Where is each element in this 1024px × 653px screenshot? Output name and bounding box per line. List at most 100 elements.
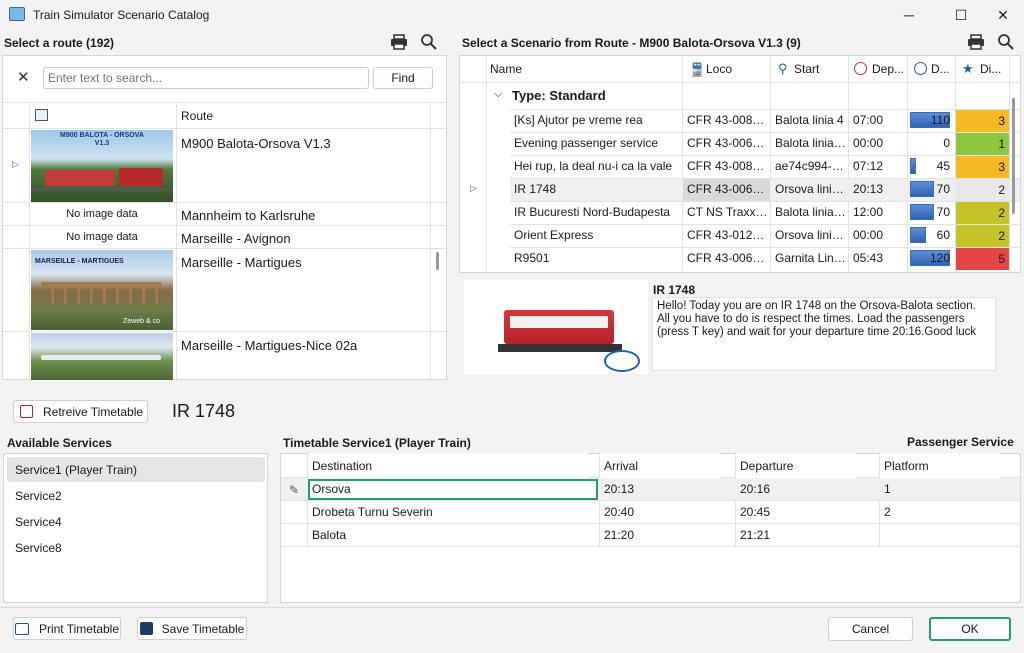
scenarios-header: Select a Scenario from Route - M900 Balo… — [462, 36, 801, 50]
difficulty-cell[interactable]: 2 — [956, 179, 1009, 201]
scenario-loco-cell[interactable]: CFR 43-0060-... — [683, 247, 769, 269]
name-column-header[interactable]: Name — [486, 56, 682, 82]
destination-cell[interactable]: Balota — [308, 524, 588, 546]
print-timetable-label: Print Timetable — [38, 621, 120, 636]
no-image-label: No image data — [66, 208, 138, 220]
difficulty-cell[interactable]: 1 — [956, 133, 1009, 155]
service-item[interactable]: Service2 — [15, 489, 62, 503]
thumbnail-caption: M900 BALOTA - ORSOVA V1.3 — [60, 132, 144, 147]
difficulty-cell[interactable]: 2 — [956, 202, 1009, 224]
scenario-name-cell[interactable]: [Ks] Ajutor pe vreme rea — [510, 109, 680, 131]
image-column-icon[interactable] — [35, 109, 48, 121]
difficulty-cell[interactable]: 5 — [956, 248, 1009, 270]
difficulty-cell[interactable]: 3 — [956, 110, 1009, 132]
scenario-name-cell[interactable]: Evening passenger service — [510, 132, 680, 154]
route-name: Marseille - Martigues — [181, 255, 302, 270]
service-item[interactable]: Service8 — [15, 541, 62, 555]
arrival-cell[interactable]: 20:40 — [600, 501, 730, 523]
group-label: Type: Standard — [512, 88, 606, 103]
route-search-input[interactable] — [43, 67, 369, 89]
routes-grid-header — [3, 102, 446, 129]
duration-column-header[interactable]: D... — [927, 56, 955, 82]
duration-value: 70 — [936, 205, 950, 219]
scenario-loco-cell[interactable]: CFR 43-0080-2 — [683, 155, 769, 177]
save-timetable-button[interactable]: Save Timetable — [137, 617, 247, 640]
search-icon[interactable] — [996, 32, 1016, 52]
difficulty-cell[interactable]: 3 — [956, 156, 1009, 178]
scenario-departure-cell[interactable]: 20:13 — [849, 178, 905, 200]
scenario-name-cell[interactable]: IR Bucuresti Nord-Budapesta — [510, 201, 680, 223]
scenario-departure-cell[interactable]: 05:43 — [849, 247, 905, 269]
scenario-name-cell[interactable]: Orient Express — [510, 224, 680, 246]
route-column-header[interactable]: Route — [181, 109, 213, 123]
scenario-loco-cell[interactable]: CT NS Traxx 1... — [683, 201, 769, 223]
thumbnail-credit: Zeweb & co — [123, 318, 160, 325]
platform-cell[interactable]: 2 — [880, 501, 1010, 523]
scenario-detail-title: IR 1748 — [653, 283, 696, 297]
minimize-button[interactable]: ─ — [886, 0, 932, 30]
row-selected-indicator-icon: ▷ — [12, 159, 19, 169]
departure-column-header[interactable]: Dep... — [868, 56, 908, 82]
scenario-name-cell[interactable]: R9501 — [510, 247, 680, 269]
maximize-button[interactable]: ☐ — [938, 0, 984, 30]
arrival-column-header[interactable]: Arrival — [600, 453, 720, 479]
platform-column-header[interactable]: Platform — [880, 453, 1000, 479]
search-icon[interactable] — [419, 32, 439, 52]
print-icon[interactable] — [966, 32, 986, 52]
retrieve-timetable-button[interactable]: Retreive Timetable — [13, 400, 148, 423]
duration-value: 110 — [930, 113, 950, 127]
scenario-start-cell[interactable]: Orsova linia 2 — [771, 224, 847, 246]
scenario-departure-cell[interactable]: 00:00 — [849, 132, 905, 154]
scenario-name-cell[interactable]: Hei rup, la deal nu-i ca la vale — [510, 155, 680, 177]
destination-column-header[interactable]: Destination — [308, 453, 588, 479]
scenario-start-cell[interactable]: Balota linia ... — [771, 132, 847, 154]
route-thumbnail — [31, 333, 173, 380]
difficulty-cell[interactable]: 2 — [956, 225, 1009, 247]
service-item[interactable]: Service1 (Player Train) — [15, 463, 137, 477]
print-timetable-button[interactable]: Print Timetable — [13, 617, 121, 640]
arrival-cell[interactable]: 21:20 — [600, 524, 730, 546]
save-timetable-label: Save Timetable — [161, 621, 245, 636]
routes-scrollbar-thumb[interactable] — [436, 252, 439, 270]
ok-button[interactable]: OK — [929, 617, 1011, 641]
scenario-departure-cell[interactable]: 00:00 — [849, 224, 905, 246]
scenario-departure-cell[interactable]: 07:00 — [849, 109, 905, 131]
scenario-logo — [604, 350, 640, 372]
destination-cell[interactable]: Orsova — [308, 478, 588, 500]
duration-value: 0 — [943, 136, 950, 150]
difficulty-column-header[interactable]: Di... — [976, 56, 1010, 82]
loco-column-header[interactable]: Loco — [702, 56, 772, 82]
clock-icon — [854, 62, 867, 75]
scenario-loco-cell[interactable]: CFR 43-0127-1 — [683, 224, 769, 246]
scenario-loco-cell[interactable]: CFR 43-0080-2 — [683, 109, 769, 131]
scenario-start-cell[interactable]: ae74c994-9... — [771, 155, 847, 177]
scenario-start-cell[interactable]: Orsova linia 1 — [771, 178, 847, 200]
duration-value: 45 — [936, 159, 950, 173]
scenario-loco-cell[interactable]: CFR 43-0060-... — [683, 178, 769, 200]
chevron-down-icon[interactable]: ⌵ — [494, 88, 502, 101]
departure-cell[interactable]: 20:16 — [736, 478, 866, 500]
scenario-name-cell[interactable]: IR 1748 — [510, 178, 680, 200]
scenario-departure-cell[interactable]: 07:12 — [849, 155, 905, 177]
start-column-header[interactable]: Start — [790, 56, 845, 82]
departure-column-header[interactable]: Departure — [736, 453, 856, 479]
departure-cell[interactable]: 21:21 — [736, 524, 866, 546]
scenario-loco-cell[interactable]: CFR 43-0060-... — [683, 132, 769, 154]
scenario-image — [464, 280, 648, 374]
print-icon[interactable] — [389, 32, 409, 52]
destination-cell[interactable]: Drobeta Turnu Severin — [308, 501, 588, 523]
clear-search-icon[interactable]: ✕ — [17, 68, 30, 86]
scenarios-scrollbar-thumb[interactable] — [1012, 98, 1015, 214]
scenario-departure-cell[interactable]: 12:00 — [849, 201, 905, 223]
scenario-start-cell[interactable]: Balota linia 4 — [771, 109, 847, 131]
platform-cell[interactable]: 1 — [880, 478, 1010, 500]
find-button[interactable]: Find — [373, 67, 433, 89]
cancel-button[interactable]: Cancel — [828, 617, 913, 641]
service-item[interactable]: Service4 — [15, 515, 62, 529]
scenario-start-cell[interactable]: Garnita Linia 2 — [771, 247, 847, 269]
routes-header: Select a route (192) — [4, 36, 115, 50]
scenario-start-cell[interactable]: Balota linia ... — [771, 201, 847, 223]
close-button[interactable]: ✕ — [980, 0, 1024, 30]
departure-cell[interactable]: 20:45 — [736, 501, 866, 523]
arrival-cell[interactable]: 20:13 — [600, 478, 730, 500]
